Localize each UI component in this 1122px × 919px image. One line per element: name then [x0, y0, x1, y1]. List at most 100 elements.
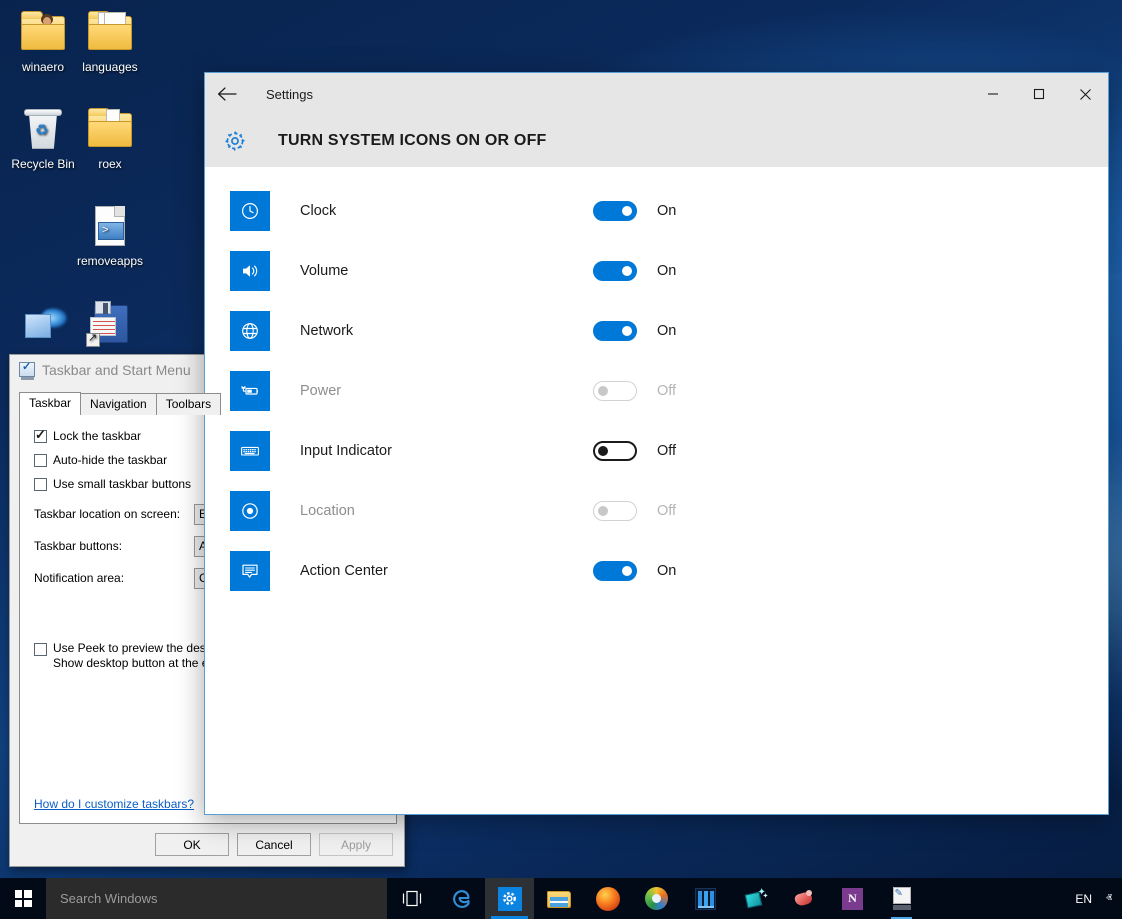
network-toggle[interactable] [593, 321, 637, 341]
toggle-wrap-volume: On [593, 261, 676, 281]
page-title: TURN SYSTEM ICONS ON OR OFF [278, 132, 547, 149]
desktop-icon-roex[interactable]: roex [67, 105, 153, 171]
desktop-icon-label: removeapps [76, 254, 144, 268]
toggle-wrap-network: On [593, 321, 676, 341]
firefox-icon[interactable] [583, 878, 632, 919]
auto-hide-label: Auto-hide the taskbar [53, 453, 168, 467]
onenote-icon[interactable]: N [828, 878, 877, 919]
network-globe-icon [230, 311, 270, 351]
search-placeholder: Search Windows [60, 891, 158, 906]
settings-window[interactable]: Settings TURN SYSTEM ICONS ON OR OFF Clo… [204, 72, 1109, 815]
settings-window-title: Settings [266, 86, 313, 102]
input-indicator-toggle[interactable] [593, 441, 637, 461]
system-icon-row-network: Network On [205, 301, 1108, 361]
action-center-icon [230, 551, 270, 591]
desktop-icon-removeapps[interactable]: removeapps [67, 202, 153, 268]
tab-toolbars[interactable]: Toolbars [155, 393, 222, 415]
system-icon-row-clock: Clock On [205, 181, 1108, 241]
desktop-icon-label: languages [82, 60, 138, 74]
close-button[interactable] [1062, 73, 1108, 115]
meat-icon[interactable] [779, 878, 828, 919]
power-toggle-state: Off [657, 383, 677, 399]
power-toggle [593, 381, 637, 401]
location-target-icon [230, 491, 270, 531]
back-arrow-icon[interactable] [205, 73, 249, 115]
folder-icon [86, 105, 134, 153]
dialog-tabs[interactable]: Taskbar Navigation Toolbars [19, 392, 397, 415]
action-center-toggle-state: On [657, 563, 677, 579]
edge-browser-icon[interactable] [436, 878, 485, 919]
dialog-title: Taskbar and Start Menu [42, 361, 191, 378]
system-icon-row-action-center: Action Center On [205, 541, 1108, 601]
toggle-wrap-clock: On [593, 201, 676, 221]
cancel-button[interactable]: Cancel [237, 833, 311, 856]
input-indicator-toggle-state: Off [657, 443, 677, 459]
recycle-bin-icon: ♻ [19, 105, 67, 153]
chevron-up-icon[interactable]: ⱏ [1106, 891, 1112, 906]
toggle-wrap-location: Off [593, 501, 676, 521]
windows-start-icon[interactable] [0, 878, 46, 919]
volume-toggle[interactable] [593, 261, 637, 281]
small-buttons-checkbox[interactable] [34, 477, 47, 491]
desktop-icon-floppy-shortcut[interactable] [67, 300, 153, 352]
keyboard-icon [230, 431, 270, 471]
system-icon-row-volume: Volume On [205, 241, 1108, 301]
floppy-shortcut-icon [86, 300, 134, 348]
maximize-button[interactable] [1016, 73, 1062, 115]
spreadsheet-icon[interactable] [681, 878, 730, 919]
action-center-toggle[interactable] [593, 561, 637, 581]
settings-titlebar[interactable]: Settings [205, 73, 1108, 115]
location-toggle-state: Off [657, 503, 677, 519]
network-toggle-state: On [657, 323, 677, 339]
system-icon-name: Clock [300, 203, 337, 219]
settings-page-header: TURN SYSTEM ICONS ON OR OFF [205, 115, 1108, 167]
lock-taskbar-checkbox[interactable] [34, 427, 47, 443]
toggle-wrap-input-indicator: Off [593, 441, 676, 461]
system-icon-name: Location [300, 503, 355, 519]
system-icon-row-input-indicator: Input Indicator Off [205, 421, 1108, 481]
taskbar-buttons-label: Taskbar buttons: [34, 539, 123, 553]
customize-taskbars-link[interactable]: How do I customize taskbars? [34, 797, 194, 811]
desktop[interactable]: winaero languages ♻ Recycle Bin roex > r… [0, 0, 1122, 919]
system-icon-name: Action Center [300, 563, 388, 579]
notification-area-label: Notification area: [34, 571, 125, 585]
clock-toggle-state: On [657, 203, 677, 219]
file-explorer-icon[interactable] [534, 878, 583, 919]
search-input[interactable]: Search Windows [46, 878, 387, 919]
desktop-icon-languages[interactable]: languages [67, 8, 153, 74]
desktop-icon-label: roex [98, 157, 122, 171]
location-toggle [593, 501, 637, 521]
system-icon-name: Network [300, 323, 354, 339]
language-indicator[interactable]: EN [1075, 892, 1092, 906]
winaero-tweaker-icon[interactable]: ✦ ✦ [730, 878, 779, 919]
toggle-wrap-action-center: On [593, 561, 676, 581]
system-icon-name: Input Indicator [300, 443, 392, 459]
minimize-button[interactable] [970, 73, 1016, 115]
small-buttons-label: Use small taskbar buttons [53, 477, 192, 491]
settings-app-icon[interactable] [485, 878, 534, 919]
powershell-script-icon [86, 202, 134, 250]
folder-documents-icon [86, 8, 134, 56]
system-tray: EN ⱏ [1075, 878, 1122, 919]
task-view-icon[interactable] [387, 878, 436, 919]
volume-toggle-state: On [657, 263, 677, 279]
window-controls [970, 73, 1108, 115]
blue-tile-icon [19, 300, 67, 348]
system-icons-list: Clock On Volume On Network On Power Off … [205, 167, 1108, 814]
use-peek-checkbox[interactable] [34, 643, 47, 656]
toggle-wrap-power: Off [593, 381, 676, 401]
script-window-icon[interactable]: ✎ [877, 878, 926, 919]
apply-button: Apply [319, 833, 393, 856]
auto-hide-checkbox[interactable] [34, 453, 47, 467]
tab-taskbar[interactable]: Taskbar [19, 392, 82, 415]
clock-toggle[interactable] [593, 201, 637, 221]
folder-user-icon [19, 8, 67, 56]
clock-icon [230, 191, 270, 231]
volume-icon [230, 251, 270, 291]
tab-navigation[interactable]: Navigation [80, 393, 157, 415]
settings-header: Settings TURN SYSTEM ICONS ON OR OFF [205, 73, 1108, 167]
chrome-icon[interactable] [632, 878, 681, 919]
system-taskbar[interactable]: Search Windows ✦ ✦ N ✎ EN ⱏ [0, 878, 1122, 919]
ok-button[interactable]: OK [155, 833, 229, 856]
system-icon-row-location: Location Off [205, 481, 1108, 541]
